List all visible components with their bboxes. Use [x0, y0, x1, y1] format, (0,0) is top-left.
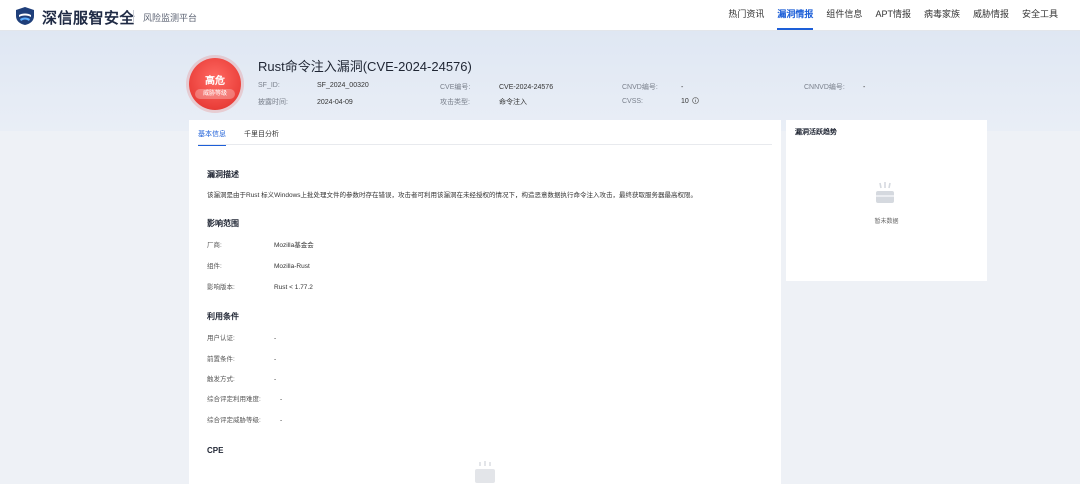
empty-box-icon [876, 182, 894, 203]
nav-item-hot-news[interactable]: 热门资讯 [722, 0, 770, 31]
brand-divider [133, 10, 134, 22]
section-title-description: 漏洞描述 [207, 170, 239, 179]
trend-title: 漏洞活跃趋势 [795, 129, 837, 136]
tab-analysis[interactable]: 千里目分析 [244, 126, 279, 142]
tab-basic-info[interactable]: 基本信息 [198, 126, 226, 146]
meta-attack-type: 攻击类型: 命令注入 [440, 99, 527, 106]
severity-sublabel: 威胁等级 [195, 89, 235, 99]
detail-tabs: 基本信息 千里目分析 [198, 126, 297, 146]
tabs-divider [198, 144, 772, 145]
trend-empty-text: 暂未数据 [874, 219, 899, 225]
meta-cve: CVE编号: CVE-2024-24576 [440, 84, 554, 91]
platform-subtitle: 风险监测平台 [143, 13, 198, 23]
meta-disclosed: 披露时间: 2024-04-09 [258, 99, 353, 106]
section-title-scope: 影响范围 [207, 219, 239, 228]
cond-row-auth: 用户认证: - [207, 335, 277, 342]
cond-row-difficulty: 综合评定利用难度: - [207, 396, 283, 403]
info-icon[interactable] [691, 97, 699, 104]
shield-logo-icon[interactable] [14, 6, 36, 26]
scope-row-component: 组件: Mozilla-Rust [207, 263, 310, 270]
meta-cvss: CVSS: 10 [622, 97, 699, 105]
cond-row-precondition: 前置条件: - [207, 356, 277, 363]
section-title-conditions: 利用条件 [207, 312, 239, 321]
nav-item-apt-intel[interactable]: APT情报 [869, 0, 917, 31]
meta-sf-id: SF_ID: SF_2024_00320 [258, 82, 369, 89]
scope-row-vendor: 厂商: Mozilla基金会 [207, 242, 314, 249]
nav-item-virus-family[interactable]: 病毒家族 [918, 0, 966, 31]
section-title-cpe: CPE [207, 446, 224, 455]
vuln-trend-card: 漏洞活跃趋势 暂未数据 [786, 120, 987, 281]
vuln-title: Rust命令注入漏洞(CVE-2024-24576) [258, 59, 472, 74]
cond-row-trigger: 触发方式: - [207, 376, 277, 383]
meta-cnnvd: CNNVD编号: - [804, 84, 866, 91]
nav-item-component-info[interactable]: 组件信息 [820, 0, 868, 31]
cond-row-threat-level: 综合评定威胁等级: - [207, 417, 283, 424]
main-nav: 热门资讯 漏洞情报 组件信息 APT情报 病毒家族 威胁情报 安全工具 [721, 0, 1064, 31]
nav-item-threat-intel[interactable]: 威胁情报 [967, 0, 1015, 31]
meta-cnvd: CNVD编号: - [622, 84, 684, 91]
nav-item-vuln-intel[interactable]: 漏洞情报 [771, 0, 819, 31]
severity-level: 高危 [205, 76, 225, 87]
vuln-detail-card: 基本信息 千里目分析 漏洞描述 该漏洞是由于Rust 标义Windows上批处理… [189, 120, 781, 484]
vuln-description: 该漏洞是由于Rust 标义Windows上批处理文件的参数时存在错误，攻击者可利… [207, 192, 698, 199]
vuln-hero-banner [0, 31, 1080, 131]
scope-row-version: 影响版本: Rust < 1.77.2 [207, 284, 313, 291]
brand-name[interactable]: 深信服智安全 [42, 7, 135, 28]
empty-box-icon [475, 461, 495, 483]
severity-badge: 高危 威胁等级 [189, 58, 241, 110]
top-navigation-bar: 深信服智安全 风险监测平台 热门资讯 漏洞情报 组件信息 APT情报 病毒家族 … [0, 0, 1080, 31]
nav-item-security-tools[interactable]: 安全工具 [1016, 0, 1064, 31]
